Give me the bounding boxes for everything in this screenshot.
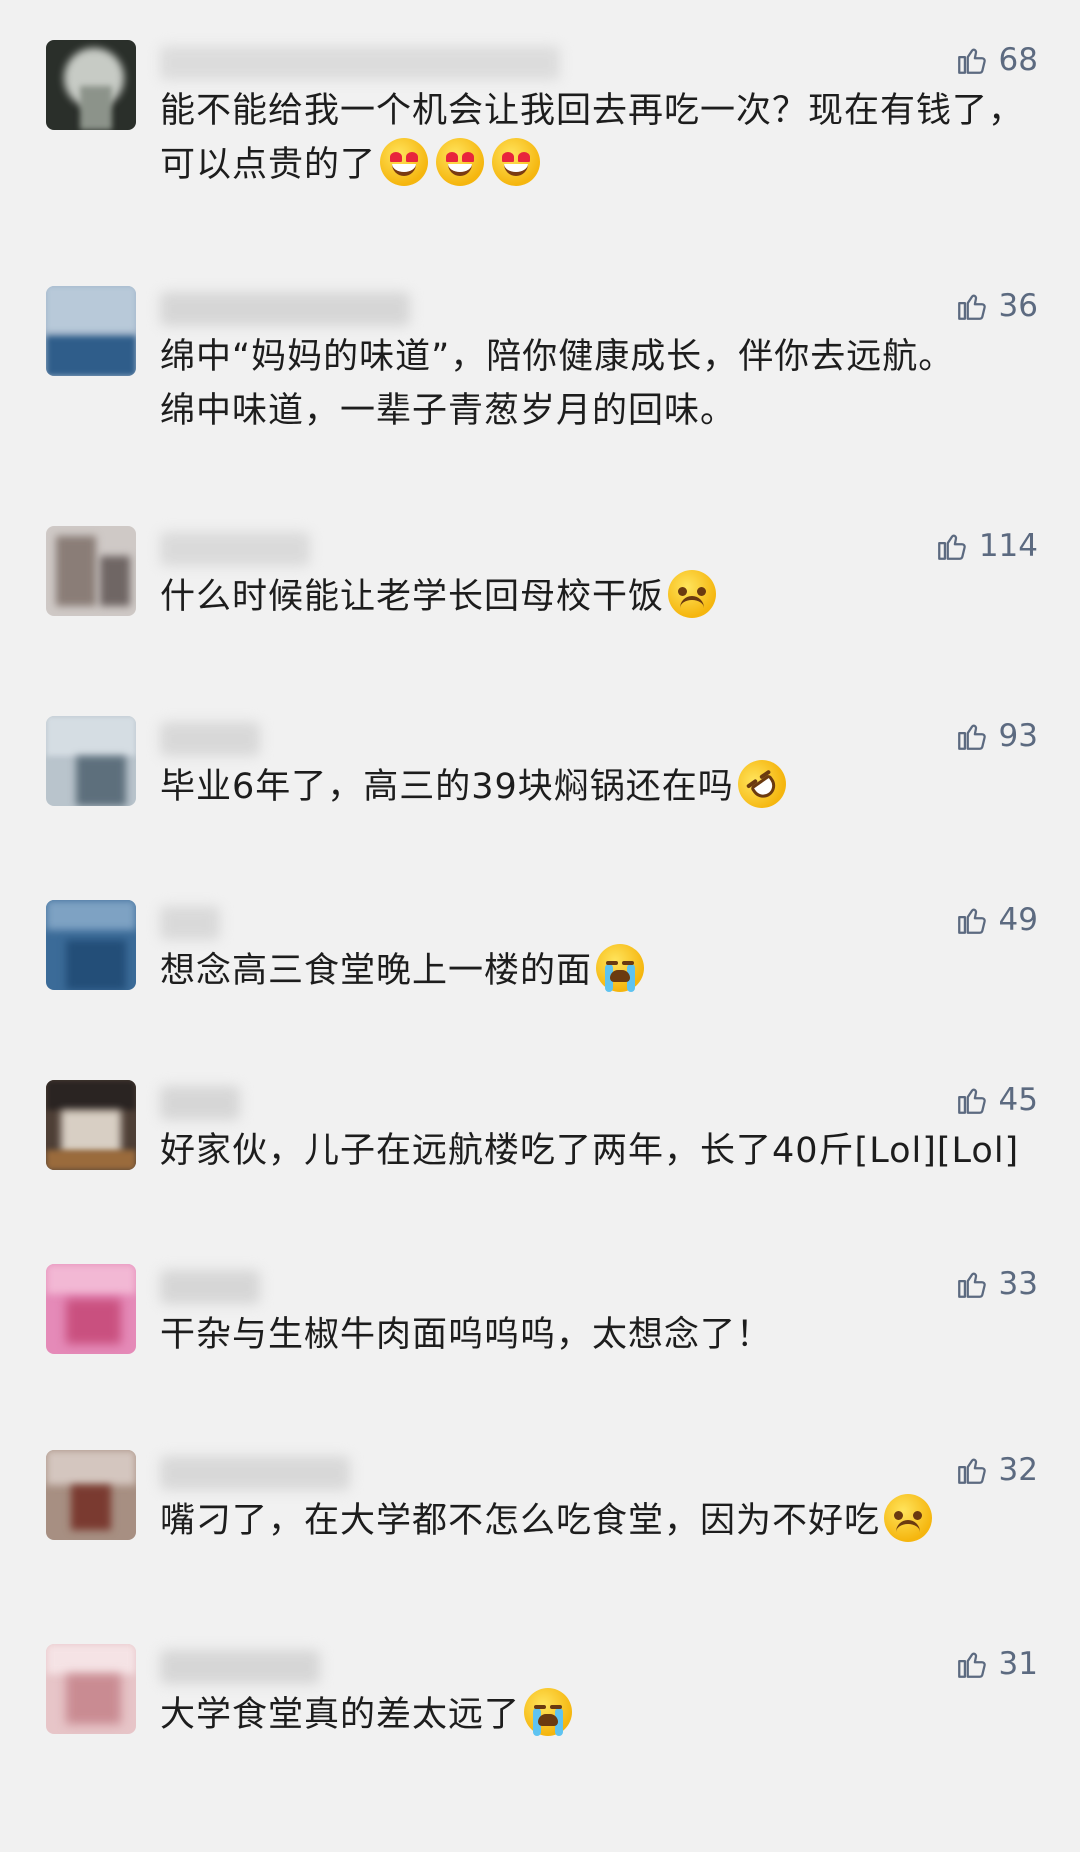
thumbs-up-icon [935,529,969,563]
username-blurred[interactable] [160,1086,240,1120]
like-button[interactable]: 49 [955,902,1038,938]
like-count: 36 [998,288,1038,324]
username-blurred[interactable] [160,906,220,940]
sad-emoji [884,1494,933,1542]
avatar[interactable] [46,40,136,130]
like-count: 31 [998,1646,1038,1682]
thumbs-up-icon [955,903,989,937]
comment-text: 大学食堂真的差太远了 [160,1688,1040,1742]
comment-text: 能不能给我一个机会让我回去再吃一次？现在有钱了，可以点贵的了 [160,91,1025,186]
like-count: 45 [998,1082,1038,1118]
avatar[interactable] [46,286,136,376]
comment-text: 毕业6年了，高三的39块焖锅还在吗 [160,750,1040,818]
like-button[interactable]: 114 [935,528,1038,564]
comment-text: 绵中“妈妈的味道”，陪你健康成长，伴你去远航。 绵中味道，一辈子青葱岁月的回味。 [160,337,955,431]
comment-text: 好家伙，儿子在远航楼吃了两年，长了40斤[Lol][Lol] [160,1131,1020,1171]
like-count: 49 [998,902,1038,938]
avatar[interactable] [46,900,136,990]
thumbs-up-icon [955,1267,989,1301]
like-button[interactable]: 33 [955,1266,1038,1302]
like-button[interactable]: 93 [955,718,1038,754]
avatar[interactable] [46,716,136,806]
comment-text: 什么时候能让老学长回母校干饭 [160,570,1040,624]
like-button[interactable]: 32 [955,1452,1038,1488]
username-blurred[interactable] [160,722,260,756]
like-button[interactable]: 31 [955,1646,1038,1682]
like-count: 93 [998,718,1038,754]
thumbs-up-icon [955,719,989,753]
like-count: 33 [998,1266,1038,1302]
like-count: 114 [978,528,1038,564]
heart-eyes-emoji [436,138,485,186]
disappointed-emoji [668,570,717,618]
like-button[interactable]: 68 [955,42,1038,78]
avatar[interactable] [46,1264,136,1354]
like-count: 68 [998,42,1038,78]
comment-text: 想念高三食堂晚上一楼的面 [160,944,1040,998]
heart-eyes-emoji [380,138,429,186]
avatar[interactable] [46,1450,136,1540]
comment-text: 干杂与生椒牛肉面呜呜呜，太想念了！ [160,1315,773,1355]
thumbs-up-icon [955,1647,989,1681]
comment-text: 嘴刁了，在大学都不怎么吃食堂，因为不好吃 [160,1494,1040,1548]
username-blurred[interactable] [160,292,410,326]
avatar[interactable] [46,526,136,616]
like-button[interactable]: 45 [955,1082,1038,1118]
thumbs-up-icon [955,43,989,77]
heart-eyes-emoji [492,138,541,186]
thumbs-up-icon [955,289,989,323]
thumbs-up-icon [955,1453,989,1487]
avatar[interactable] [46,1080,136,1170]
thumbs-up-icon [955,1083,989,1117]
like-button[interactable]: 36 [955,288,1038,324]
crying-emoji [596,944,645,992]
username-blurred[interactable] [160,1270,260,1304]
crying-emoji [524,1688,573,1736]
username-blurred[interactable] [160,1456,350,1490]
like-count: 32 [998,1452,1038,1488]
rofl-emoji [728,750,796,818]
username-blurred[interactable] [160,532,310,566]
username-blurred[interactable] [160,1650,320,1684]
avatar[interactable] [46,1644,136,1734]
username-blurred[interactable] [160,46,560,80]
